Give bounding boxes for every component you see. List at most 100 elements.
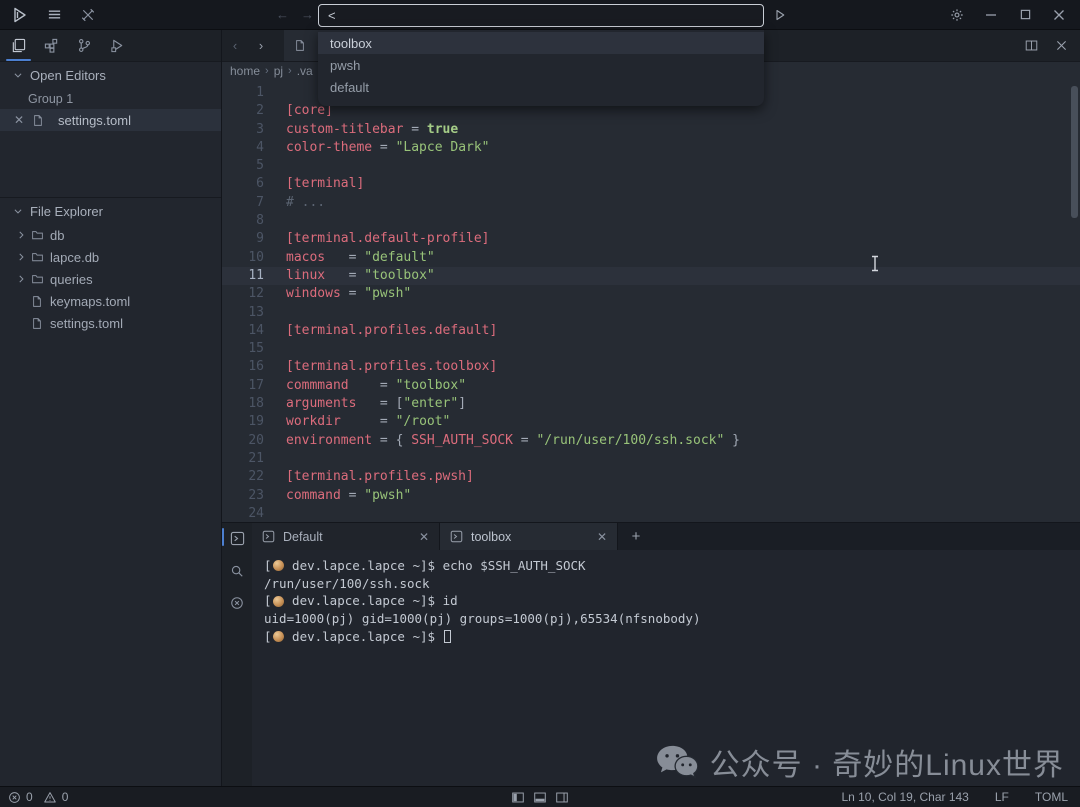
terminal-tab-label: Default xyxy=(283,530,411,544)
palette-item-pwsh[interactable]: pwsh xyxy=(318,54,764,76)
line-number: 23 xyxy=(222,487,264,505)
tools-icon[interactable] xyxy=(78,5,98,25)
line-number: 9 xyxy=(222,230,264,248)
terminal-tab-toolbox[interactable]: toolbox ✕ xyxy=(440,523,618,550)
code-text: color-theme = "Lapce Dark" xyxy=(264,139,490,157)
code-line-14[interactable]: 14[terminal.profiles.default] xyxy=(222,322,1080,340)
terminal-tab-label: toolbox xyxy=(471,530,589,544)
problems-panel-icon[interactable] xyxy=(230,596,244,610)
activity-item-files[interactable] xyxy=(2,30,35,61)
activity-item-debug[interactable] xyxy=(101,30,134,61)
palette-results: toolboxpwshdefault xyxy=(318,30,764,106)
code-line-19[interactable]: 19workdir = "/root" xyxy=(222,413,1080,431)
search-panel-icon[interactable] xyxy=(230,564,244,578)
file-explorer-item-keymaps-toml[interactable]: keymaps.toml xyxy=(0,290,221,312)
terminal-tab-default[interactable]: Default ✕ xyxy=(252,523,440,550)
code-line-12[interactable]: 12windows = "pwsh" xyxy=(222,285,1080,303)
palette-item-toolbox[interactable]: toolbox xyxy=(318,32,764,54)
history-back-icon[interactable]: ← xyxy=(276,7,289,22)
breadcrumb-separator: › xyxy=(288,65,292,77)
panel-switcher xyxy=(222,523,252,786)
terminal-line: /run/user/100/ssh.sock xyxy=(264,575,1080,593)
errors-icon[interactable] xyxy=(8,791,21,804)
code-line-4[interactable]: 4color-theme = "Lapce Dark" xyxy=(222,139,1080,157)
line-number: 5 xyxy=(222,157,264,175)
code-line-17[interactable]: 17commmand = "toolbox" xyxy=(222,377,1080,395)
code-line-3[interactable]: 3custom-titlebar = true xyxy=(222,121,1080,139)
warnings-icon[interactable] xyxy=(43,791,57,804)
activity-item-extensions[interactable] xyxy=(35,30,68,61)
code-text xyxy=(264,340,286,358)
file-explorer-item-settings-toml[interactable]: settings.toml xyxy=(0,312,221,334)
toggle-right-panel-icon[interactable] xyxy=(555,791,569,804)
code-editor[interactable]: 12[core]3custom-titlebar = true4color-th… xyxy=(222,80,1080,522)
run-icon[interactable] xyxy=(774,9,786,21)
line-number: 1 xyxy=(222,84,264,102)
open-editors-header[interactable]: Open Editors xyxy=(0,62,221,88)
activity-item-source-control[interactable] xyxy=(68,30,101,61)
code-line-16[interactable]: 16[terminal.profiles.toolbox] xyxy=(222,358,1080,376)
close-file-icon[interactable]: ✕ xyxy=(13,113,25,127)
minimize-button[interactable] xyxy=(974,1,1008,29)
toolbox-prompt-icon xyxy=(273,631,284,642)
chevron-down-icon xyxy=(13,206,23,216)
editor-forward-icon[interactable]: › xyxy=(248,30,274,61)
split-editor-icon[interactable] xyxy=(1018,33,1044,59)
code-text: workdir = "/root" xyxy=(264,413,450,431)
toggle-bottom-panel-icon[interactable] xyxy=(533,791,547,804)
settings-gear-icon[interactable] xyxy=(940,1,974,29)
code-line-5[interactable]: 5 xyxy=(222,157,1080,175)
editor-scrollbar[interactable] xyxy=(1071,86,1078,218)
history-forward-icon[interactable]: → xyxy=(301,7,314,22)
cursor-position[interactable]: Ln 10, Col 19, Char 143 xyxy=(841,790,968,804)
toggle-left-panel-icon[interactable] xyxy=(511,791,525,804)
watermark: 公众号 · 奇妙的Linux世界 xyxy=(656,740,1064,784)
palette-item-default[interactable]: default xyxy=(318,76,764,98)
close-editor-icon[interactable] xyxy=(1048,33,1074,59)
close-button[interactable] xyxy=(1042,1,1076,29)
code-line-11[interactable]: 11linux = "toolbox" xyxy=(222,267,1080,285)
file-explorer-header[interactable]: File Explorer xyxy=(0,198,221,224)
code-line-13[interactable]: 13 xyxy=(222,304,1080,322)
menu-icon[interactable] xyxy=(44,5,64,25)
palette-input[interactable]: < xyxy=(318,4,764,27)
breadcrumb-segment[interactable]: .va xyxy=(297,64,313,78)
file-explorer-item-queries[interactable]: queries xyxy=(0,268,221,290)
file-explorer-item-db[interactable]: db xyxy=(0,224,221,246)
line-number: 7 xyxy=(222,194,264,212)
maximize-button[interactable] xyxy=(1008,1,1042,29)
terminal-line: uid=1000(pj) gid=1000(pj) groups=1000(pj… xyxy=(264,610,1080,628)
code-line-22[interactable]: 22[terminal.profiles.pwsh] xyxy=(222,468,1080,486)
code-line-24[interactable]: 24 xyxy=(222,505,1080,522)
code-text: # ... xyxy=(264,194,325,212)
open-editor-item-settings-toml[interactable]: ✕ settings.toml xyxy=(0,109,221,131)
close-terminal-icon[interactable]: ✕ xyxy=(419,530,429,544)
code-line-20[interactable]: 20environment = { SSH_AUTH_SOCK = "/run/… xyxy=(222,432,1080,450)
code-line-23[interactable]: 23command = "pwsh" xyxy=(222,487,1080,505)
line-number: 21 xyxy=(222,450,264,468)
code-line-9[interactable]: 9[terminal.default-profile] xyxy=(222,230,1080,248)
breadcrumb-segment[interactable]: home xyxy=(230,64,260,78)
code-line-8[interactable]: 8 xyxy=(222,212,1080,230)
command-palette: < toolboxpwshdefault xyxy=(318,4,764,106)
line-number: 13 xyxy=(222,304,264,322)
file-explorer-item-lapce-db[interactable]: lapce.db xyxy=(0,246,221,268)
language-mode[interactable]: TOML xyxy=(1035,790,1068,804)
code-line-6[interactable]: 6[terminal] xyxy=(222,175,1080,193)
code-line-10[interactable]: 10macos = "default" xyxy=(222,249,1080,267)
code-line-7[interactable]: 7# ... xyxy=(222,194,1080,212)
code-line-18[interactable]: 18arguments = ["enter"] xyxy=(222,395,1080,413)
code-line-21[interactable]: 21 xyxy=(222,450,1080,468)
code-text xyxy=(264,304,286,322)
code-text xyxy=(264,212,286,230)
folder-icon xyxy=(31,251,50,263)
terminal-panel-icon[interactable] xyxy=(230,531,245,546)
line-ending[interactable]: LF xyxy=(995,790,1009,804)
new-terminal-button[interactable]: + xyxy=(618,523,654,550)
line-number: 14 xyxy=(222,322,264,340)
breadcrumb-segment[interactable]: pj xyxy=(274,64,283,78)
code-line-15[interactable]: 15 xyxy=(222,340,1080,358)
editor-back-icon[interactable]: ‹ xyxy=(222,30,248,61)
close-terminal-icon[interactable]: ✕ xyxy=(597,530,607,544)
folder-icon xyxy=(31,229,50,241)
